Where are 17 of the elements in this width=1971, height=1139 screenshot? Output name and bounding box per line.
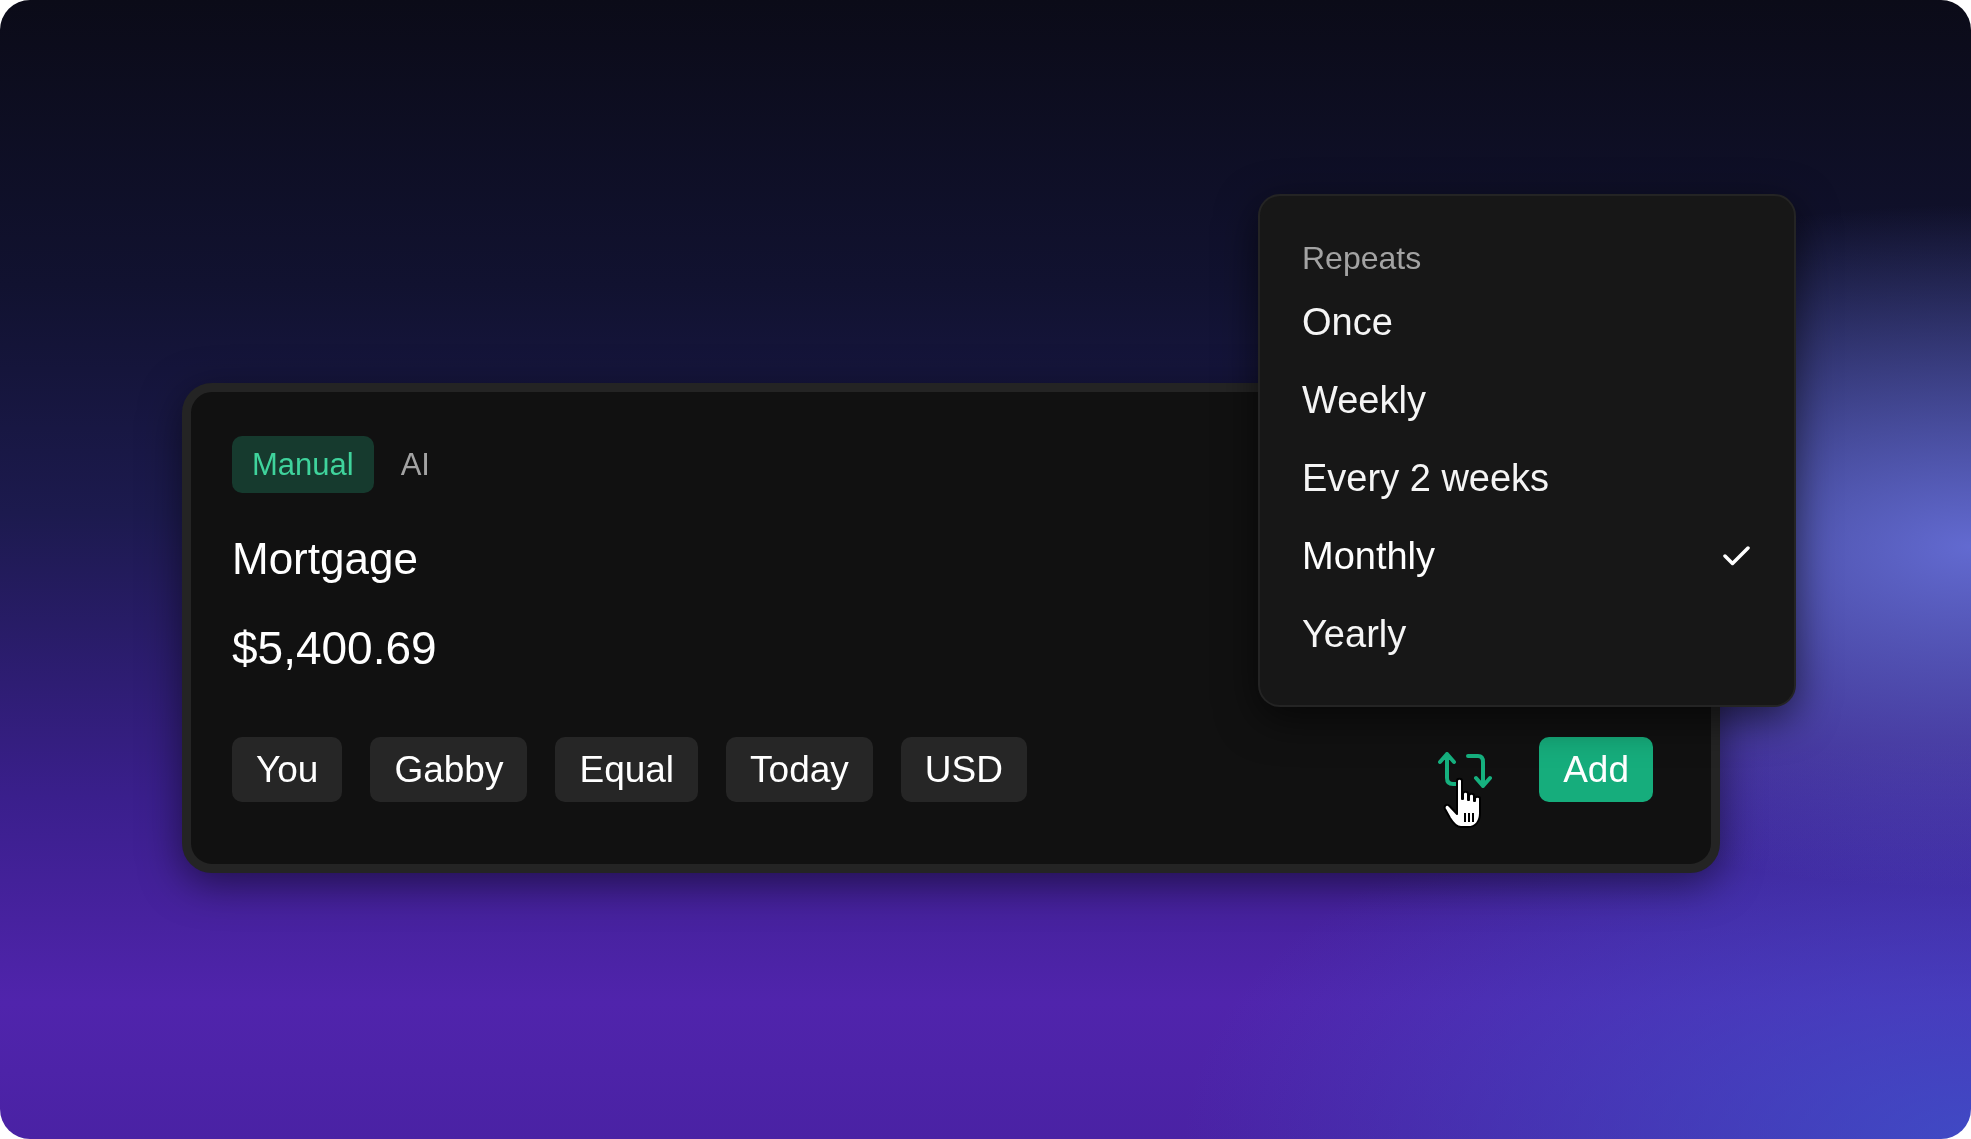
menu-option[interactable]: Every 2 weeks: [1302, 439, 1750, 517]
menu-option[interactable]: Once: [1302, 283, 1750, 361]
check-icon: [1723, 546, 1750, 566]
menu-option[interactable]: Monthly: [1302, 517, 1750, 595]
expense-amount: $5,400.69: [232, 621, 437, 676]
repeat-icon[interactable]: [1438, 751, 1493, 788]
menu-option[interactable]: Weekly: [1302, 361, 1750, 439]
mode-tab[interactable]: AI: [380, 436, 450, 493]
menu-option[interactable]: Yearly: [1302, 595, 1750, 673]
option-chip[interactable]: Equal: [555, 737, 699, 802]
dropdown-heading: Repeats: [1302, 239, 1422, 278]
option-chip[interactable]: Gabby: [370, 737, 528, 802]
option-chip[interactable]: Today: [726, 737, 873, 802]
option-chip[interactable]: USD: [900, 737, 1027, 802]
mode-tab[interactable]: Manual: [232, 436, 374, 493]
option-chip[interactable]: You: [232, 737, 343, 802]
expense-title: Mortgage: [232, 533, 418, 585]
